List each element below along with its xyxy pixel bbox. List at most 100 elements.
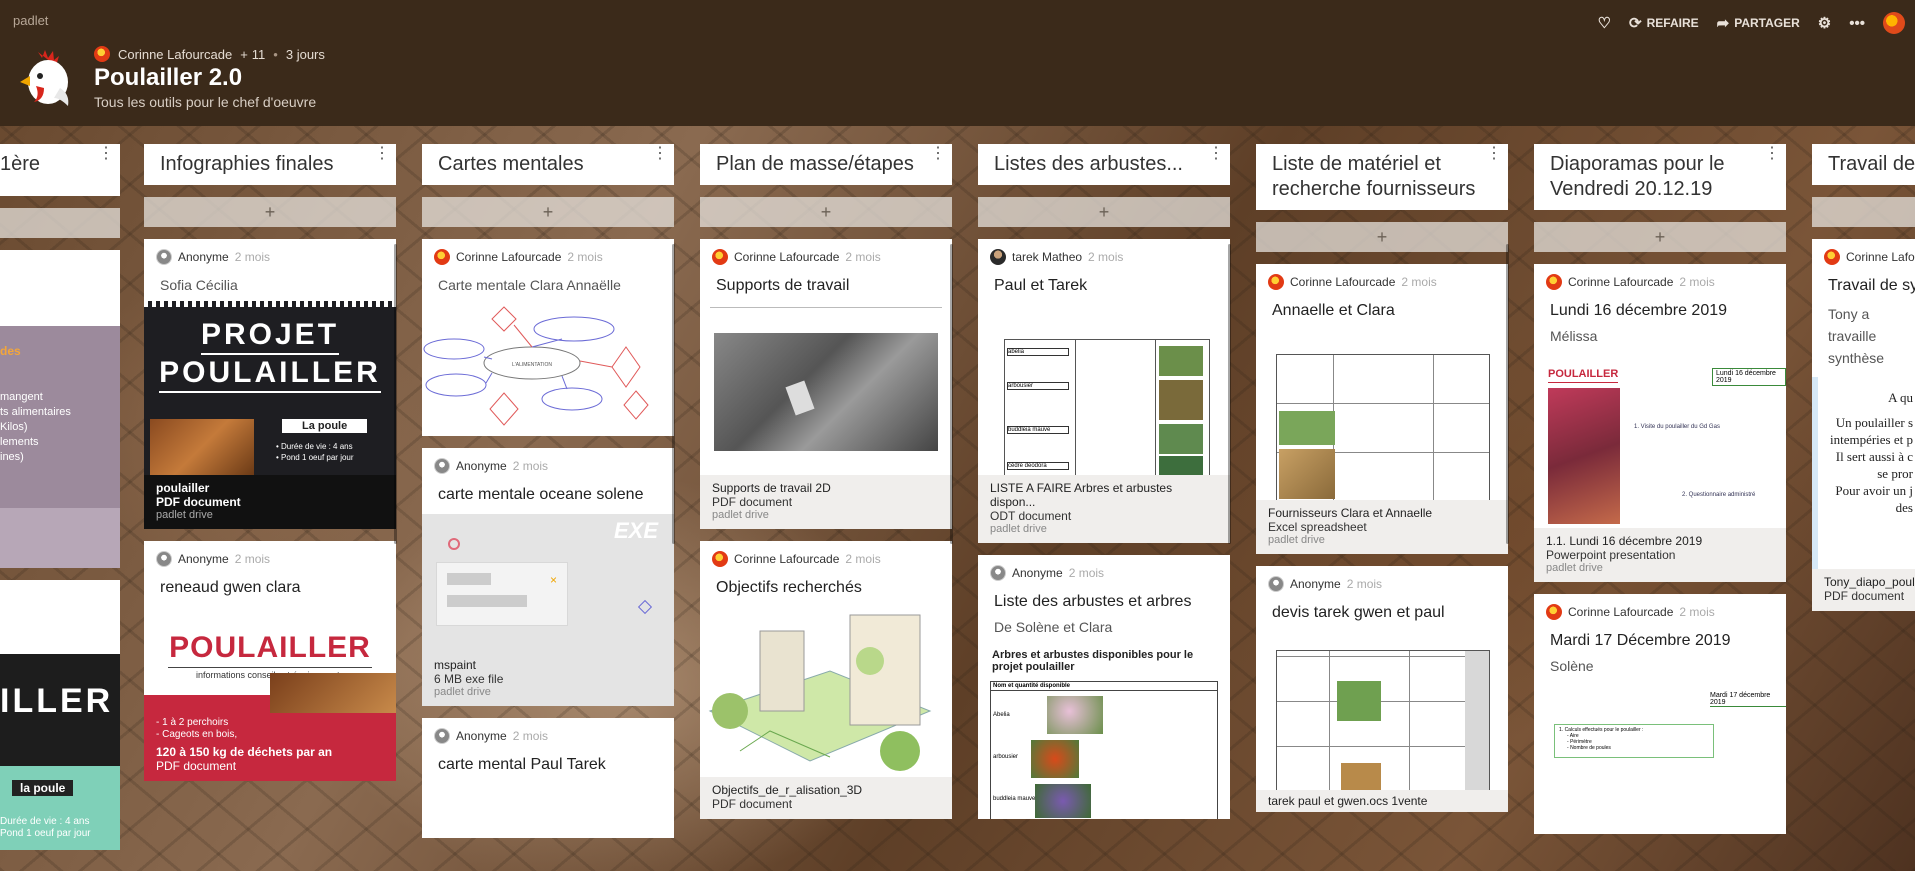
post-card[interactable]: Anonyme 2 mois Sofia Cécilia PROJET POUL… (144, 239, 396, 529)
post-card[interactable]: Corinne Lafourcade 2 mois Carte mentale … (422, 239, 674, 436)
pdf-preview[interactable]: POULAILLER informations conseils et équi… (144, 601, 396, 713)
heart-icon[interactable]: ♡ (1598, 14, 1611, 32)
attachment-info[interactable]: Supports de travail 2D PDF document padl… (700, 475, 952, 529)
attachment-type: Excel spreadsheet (1268, 520, 1367, 534)
column-title[interactable]: Travail de sy (1828, 153, 1915, 175)
post-card[interactable]: Corinne Lafourcade 2 mois Lundi 16 décem… (1534, 264, 1786, 582)
exe-preview[interactable]: EXE × (422, 514, 674, 652)
column-scrollbar[interactable] (1228, 244, 1231, 544)
add-post-button[interactable]: + (1534, 222, 1786, 252)
slide-preview[interactable]: Mardi 17 décembre 2019 1. Calculs effect… (1534, 682, 1786, 802)
post-subtitle: De Solène et Clara (994, 619, 1113, 635)
add-post-button[interactable] (0, 208, 120, 238)
attachment-info[interactable]: Tony_diapo_poul PDF document (1812, 569, 1915, 611)
table-cell: cèdre deodora (1007, 462, 1069, 470)
attachment-info[interactable]: mspaint 6 MB exe file padlet drive (422, 652, 674, 706)
post-author: Anonyme (178, 552, 229, 566)
column-menu-icon[interactable]: ⋮ (930, 146, 946, 162)
ppt-preview[interactable]: POULAILLER Lundi 16 décembre 2019 1. Vis… (1534, 352, 1786, 528)
avatar (1824, 249, 1840, 265)
column-menu-icon[interactable]: ⋮ (1486, 146, 1502, 162)
share-button[interactable]: ➦ PARTAGER (1717, 14, 1800, 32)
spreadsheet-preview[interactable] (1256, 626, 1508, 790)
post-card[interactable]: tarek Matheo 2 mois Paul et Tarek abelia… (978, 239, 1230, 543)
post-author: Anonyme (456, 459, 507, 473)
post-card[interactable]: Anonyme 2 mois reneaud gwen clara POULAI… (144, 541, 396, 781)
add-post-button[interactable]: + (978, 197, 1230, 227)
column-header: Plan de masse/étapes ⋮ (700, 144, 952, 185)
poster-line: lements (0, 436, 39, 448)
post-card[interactable]: Corinne Lafourcade 2 mois Annaelle et Cl… (1256, 264, 1508, 554)
add-post-button[interactable]: + (144, 197, 396, 227)
gear-icon[interactable]: ⚙ (1818, 14, 1831, 32)
column-title[interactable]: Diaporamas pour le Vendredi 20.12.19 (1550, 153, 1725, 200)
slide-item-text: Nombre de poules (1570, 745, 1611, 751)
user-avatar[interactable] (1883, 12, 1905, 34)
column-menu-icon[interactable]: ⋮ (1764, 146, 1780, 162)
column-1ere: 1ère ⋮ des mangent ts alimentaires Kilos… (0, 144, 120, 850)
building-sketch (708, 614, 932, 771)
column-title[interactable]: Listes des arbustes... (994, 153, 1183, 175)
avatar (1268, 576, 1284, 592)
table-cell: abelia (1007, 348, 1069, 356)
post-card[interactable]: des mangent ts alimentaires Kilos) lemen… (0, 250, 120, 568)
column-menu-icon[interactable]: ⋮ (1208, 146, 1224, 162)
post-time: 2 mois (1088, 250, 1124, 264)
pdf-preview[interactable]: PROJET POULAILLER La poule • Durée de vi… (144, 301, 396, 475)
column-menu-icon[interactable]: ⋮ (98, 146, 114, 162)
post-card[interactable]: Corinne Lafourcade 2 mois Mardi 17 Décem… (1534, 594, 1786, 834)
attachment-name[interactable]: tarek paul et gwen.ocs 1vente (1256, 790, 1508, 812)
column-title[interactable]: 1ère (0, 153, 40, 175)
add-post-button[interactable]: + (1256, 222, 1508, 252)
post-card[interactable]: ILLER la poule la poule Durée de vie : 4… (0, 580, 120, 850)
post-card[interactable]: Anonyme 2 mois devis tarek gwen et paul … (1256, 566, 1508, 812)
poster-text-block: mangent ts alimentaires Kilos) lements i… (0, 390, 71, 465)
post-card[interactable]: Anonyme 2 mois carte mental Paul Tarek (422, 718, 674, 838)
board-author[interactable]: Corinne Lafourcade (118, 47, 232, 62)
redo-button[interactable]: ⟳ REFAIRE (1629, 14, 1699, 32)
pdf-preview[interactable]: A qu Un poulailler s intempéries et p Il… (1812, 377, 1915, 569)
column-scrollbar[interactable] (950, 244, 953, 544)
add-post-button[interactable]: + (700, 197, 952, 227)
column-title[interactable]: Plan de masse/étapes (716, 153, 914, 175)
attachment-info[interactable]: Objectifs_de_r_alisation_3D PDF document (700, 777, 952, 819)
add-post-button[interactable]: + (422, 197, 674, 227)
pdf-preview[interactable] (700, 299, 952, 475)
padlet-brand[interactable]: padlet (13, 13, 48, 28)
post-time: 2 mois (234, 250, 271, 264)
post-card[interactable]: Corinne Lafou Travail de sy Tony a trava… (1812, 239, 1915, 611)
pdf-preview[interactable] (700, 601, 952, 777)
post-card[interactable]: Anonyme 2 mois carte mentale oceane sole… (422, 448, 674, 706)
column-menu-icon[interactable]: ⋮ (374, 146, 390, 162)
more-icon[interactable]: ••• (1849, 15, 1865, 32)
column-menu-icon[interactable]: ⋮ (652, 146, 668, 162)
slide-line: se pror (1877, 466, 1913, 481)
column-title[interactable]: Cartes mentales (438, 153, 584, 175)
post-title: devis tarek gwen et paul (1272, 604, 1445, 621)
post-title: Lundi 16 décembre 2019 (1550, 302, 1728, 319)
attachment-info[interactable]: LISTE A FAIRE Arbres et arbustes dispon.… (978, 475, 1230, 543)
column-liste-materiel: Liste de matériel et recherche fournisse… (1256, 144, 1509, 812)
spreadsheet-preview[interactable] (1256, 324, 1508, 500)
slide-date: Lundi 16 décembre 2019 (1712, 368, 1786, 386)
attachment-info[interactable]: poulailler PDF document padlet drive (144, 475, 396, 529)
attachment-info[interactable]: - 1 à 2 perchoirs - Cageots en bois, 120… (144, 713, 396, 781)
column-scrollbar[interactable] (672, 244, 675, 544)
doc-preview[interactable]: Arbres et arbustes disponibles pour le p… (978, 643, 1230, 819)
column-scrollbar[interactable] (1506, 244, 1509, 544)
board-age: 3 jours (285, 46, 325, 62)
attachment-source: padlet drive (434, 686, 491, 698)
mind-map-image[interactable]: L'ALIMENTATION (422, 301, 674, 431)
column-scrollbar[interactable] (394, 244, 397, 544)
table-cell: buddleia mauve (1007, 426, 1069, 434)
post-card[interactable]: Corinne Lafourcade 2 mois Objectifs rech… (700, 541, 952, 819)
attachment-info[interactable]: Fournisseurs Clara et Annaelle Excel spr… (1256, 500, 1508, 554)
post-card[interactable]: Corinne Lafourcade 2 mois Supports de tr… (700, 239, 952, 529)
column-title[interactable]: Infographies finales (160, 153, 333, 175)
add-post-button[interactable] (1812, 197, 1915, 227)
column-title[interactable]: Liste de matériel et recherche fournisse… (1272, 153, 1475, 200)
odt-preview[interactable]: abelia arbousier buddleia mauve cèdre de… (978, 299, 1230, 475)
post-card[interactable]: Anonyme 2 mois Liste des arbustes et arb… (978, 555, 1230, 819)
board-header: padlet ♡ ⟳ REFAIRE ➦ PARTAGER ⚙ ••• Corinn… (0, 0, 1915, 126)
attachment-info[interactable]: 1.1. Lundi 16 décembre 2019 Powerpoint p… (1534, 528, 1786, 582)
